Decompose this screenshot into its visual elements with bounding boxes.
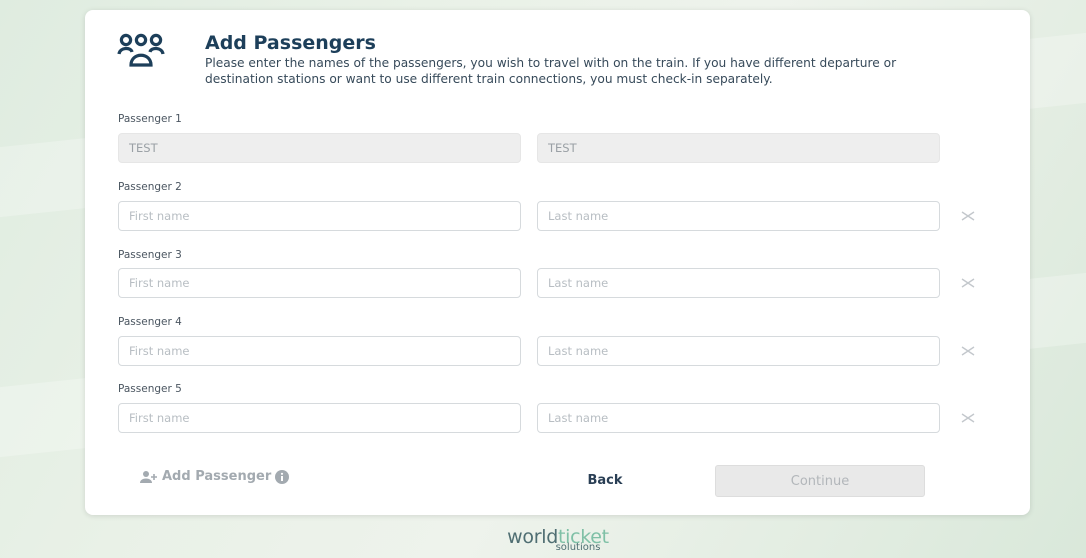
add-user-icon [140,470,157,483]
add-passenger-label: Add Passenger [162,469,272,484]
back-button[interactable]: Back [565,464,645,496]
passenger-5-label: Passenger 5 [118,383,182,395]
passenger-4-label: Passenger 4 [118,316,182,328]
passenger-5-first-name-input[interactable] [118,403,521,433]
passenger-2-last-name-input[interactable] [537,201,940,231]
passenger-3-label: Passenger 3 [118,249,182,261]
remove-passenger-3-close-icon[interactable] [960,275,976,291]
passenger-1-label: Passenger 1 [118,113,182,125]
add-passengers-card: Add Passengers Please enter the names of… [85,10,1030,515]
instructions-text: Please enter the names of the passengers… [205,56,897,86]
logo-text-world: world [507,526,558,548]
passenger-5-last-name-input[interactable] [537,403,940,433]
passenger-1-last-name-input[interactable] [537,133,940,163]
passenger-3-first-name-input[interactable] [118,268,521,298]
info-icon[interactable] [275,469,290,484]
passenger-2-label: Passenger 2 [118,181,182,193]
page-title: Add Passengers [205,32,376,54]
remove-passenger-2-close-icon[interactable] [960,208,976,224]
passenger-2-first-name-input[interactable] [118,201,521,231]
passenger-3-last-name-input[interactable] [537,268,940,298]
passenger-4-last-name-input[interactable] [537,336,940,366]
remove-passenger-4-close-icon[interactable] [960,343,976,359]
worldticket-logo: worldticket solutions [478,526,638,553]
passenger-1-first-name-input[interactable] [118,133,521,163]
continue-button[interactable]: Continue [715,465,925,497]
logo-text-solutions: solutions [555,542,601,553]
passenger-4-first-name-input[interactable] [118,336,521,366]
passengers-group-icon [117,33,165,67]
remove-passenger-5-close-icon[interactable] [960,410,976,426]
add-passenger-button[interactable]: Add Passenger [140,469,290,484]
